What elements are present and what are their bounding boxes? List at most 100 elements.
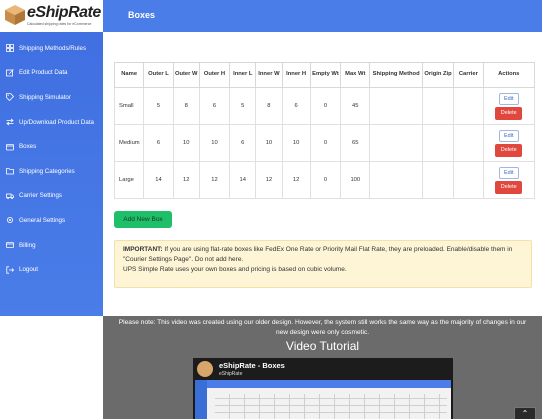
column-header-shipping-method: Shipping Method [369, 62, 423, 88]
cell-outer-l: 6 [143, 124, 174, 162]
sidebar-item-billing[interactable]: Billing [0, 233, 103, 258]
delete-button[interactable]: Delete [495, 106, 523, 120]
cell-outer-l: 14 [143, 161, 174, 199]
cell-outer-w: 10 [172, 124, 200, 162]
cell-max-wt: 100 [340, 161, 371, 199]
cell-name: Large [113, 161, 145, 199]
cell-inner-l: 6 [229, 124, 257, 162]
column-header-actions: Actions [482, 62, 536, 88]
cell-outer-h: 12 [198, 161, 231, 199]
edit-button[interactable]: Edit [498, 129, 519, 142]
cell-empty-wt: 0 [309, 124, 342, 162]
video-player-header: eShipRate - Boxes eShipRate [193, 358, 453, 380]
column-header-inner-w: Inner W [255, 62, 283, 88]
cell-inner-h: 6 [281, 87, 311, 125]
cell-name: Small [113, 87, 145, 125]
folder-icon [6, 168, 14, 175]
video-thumbnail[interactable] [195, 380, 451, 419]
delete-button[interactable]: Delete [495, 180, 523, 194]
video-player[interactable]: eShipRate - Boxes eShipRate [193, 358, 453, 419]
column-header-name: Name [113, 62, 145, 88]
cell-inner-h: 12 [281, 161, 311, 199]
edit-button[interactable]: Edit [498, 92, 519, 105]
cell-outer-w: 8 [172, 87, 200, 125]
logout-icon [6, 266, 14, 274]
main-content: Name Outer L Outer W Outer H Inner L Inn… [103, 32, 542, 316]
sidebar-item-label: Logout [19, 266, 38, 274]
notice-line-2: UPS Simple Rate uses your own boxes and … [123, 266, 347, 273]
sidebar-item-label: General Settings [19, 216, 66, 224]
notice-important-label: IMPORTANT: [123, 246, 163, 253]
cell-origin-zip [421, 124, 455, 162]
sidebar-item-shipping-simulator[interactable]: Shipping Simulator [0, 85, 103, 110]
sidebar-item-edit-product-data[interactable]: Edit Product Data [0, 61, 103, 86]
video-channel[interactable]: eShipRate [219, 371, 242, 377]
cell-carrier [453, 124, 484, 162]
sidebar-item-label: Shipping Simulator [19, 93, 71, 101]
sidebar-item-label: Edit Product Data [19, 69, 68, 77]
column-header-inner-l: Inner L [229, 62, 257, 88]
header-bar: Boxes [103, 0, 542, 32]
delete-button[interactable]: Delete [495, 143, 523, 157]
sidebar: eShipRate Calculated shipping rates for … [0, 0, 103, 316]
cell-shipping-method [369, 87, 423, 125]
sidebar-item-up-download[interactable]: Up/Download Product Data [0, 110, 103, 135]
logo[interactable]: eShipRate Calculated shipping rates for … [0, 0, 103, 32]
sidebar-item-label: Up/Download Product Data [19, 118, 94, 126]
notice-text: If you are using flat-rate boxes like Fe… [123, 246, 513, 263]
sidebar-item-shipping-categories[interactable]: Shipping Categories [0, 159, 103, 184]
grid-icon [6, 44, 14, 53]
cell-name: Medium [113, 124, 145, 162]
chevron-up-icon: ⌃ [521, 409, 529, 418]
column-header-outer-l: Outer L [143, 62, 174, 88]
cell-outer-h: 10 [198, 124, 231, 162]
important-notice: IMPORTANT: If you are using flat-rate bo… [114, 240, 532, 288]
video-tutorial-heading: Video Tutorial [285, 339, 360, 353]
app: eShipRate Calculated shipping rates for … [0, 0, 542, 419]
gear-icon [7, 217, 13, 224]
column-header-carrier: Carrier [453, 62, 484, 88]
column-header-max-wt: Max Wt [340, 62, 371, 88]
page-title: Boxes [128, 10, 156, 20]
edit-button[interactable]: Edit [498, 166, 519, 179]
cell-outer-w: 12 [172, 161, 200, 199]
cell-max-wt: 65 [340, 124, 371, 162]
video-section: Please note: This video was created usin… [103, 316, 542, 419]
cell-actions: Edit Delete [482, 161, 536, 199]
sidebar-item-shipping-methods[interactable]: Shipping Methods/Rules [0, 36, 103, 61]
sidebar-item-general-settings[interactable]: General Settings [0, 208, 103, 233]
card-icon [6, 242, 14, 248]
video-title[interactable]: eShipRate - Boxes [219, 361, 285, 370]
edit-icon [6, 69, 14, 77]
column-header-origin-zip: Origin Zip [421, 62, 455, 88]
cell-inner-l: 14 [229, 161, 257, 199]
column-header-inner-h: Inner H [281, 62, 311, 88]
cell-max-wt: 45 [340, 87, 371, 125]
cell-carrier [453, 87, 484, 125]
cell-origin-zip [421, 161, 455, 199]
cell-inner-w: 8 [255, 87, 283, 125]
table-header-row: Name Outer L Outer W Outer H Inner L Inn… [113, 62, 536, 88]
add-new-box-button[interactable]: Add New Box [114, 211, 172, 228]
cell-carrier [453, 161, 484, 199]
cell-inner-h: 10 [281, 124, 311, 162]
sidebar-nav: Shipping Methods/Rules Edit Product Data… [0, 36, 103, 282]
swap-icon [6, 118, 14, 126]
cell-empty-wt: 0 [309, 161, 342, 199]
scroll-to-top-button[interactable]: ⌃ [514, 407, 536, 419]
sidebar-item-boxes[interactable]: Boxes [0, 134, 103, 159]
cell-inner-l: 5 [229, 87, 257, 125]
sidebar-item-logout[interactable]: Logout [0, 257, 103, 282]
table-row: Medium 6 10 10 6 10 10 0 65 Edit Delete [113, 124, 536, 162]
thumbnail-table [215, 394, 447, 419]
sidebar-item-label: Shipping Categories [19, 167, 75, 175]
sidebar-item-carrier-settings[interactable]: Carrier Settings [0, 184, 103, 209]
boxes-table: Name Outer L Outer W Outer H Inner L Inn… [113, 62, 536, 199]
cell-outer-l: 5 [143, 87, 174, 125]
channel-avatar[interactable] [197, 361, 213, 377]
cell-inner-w: 12 [255, 161, 283, 199]
cell-empty-wt: 0 [309, 87, 342, 125]
sidebar-item-label: Billing [19, 241, 36, 249]
truck-icon [6, 193, 14, 199]
cell-shipping-method [369, 161, 423, 199]
